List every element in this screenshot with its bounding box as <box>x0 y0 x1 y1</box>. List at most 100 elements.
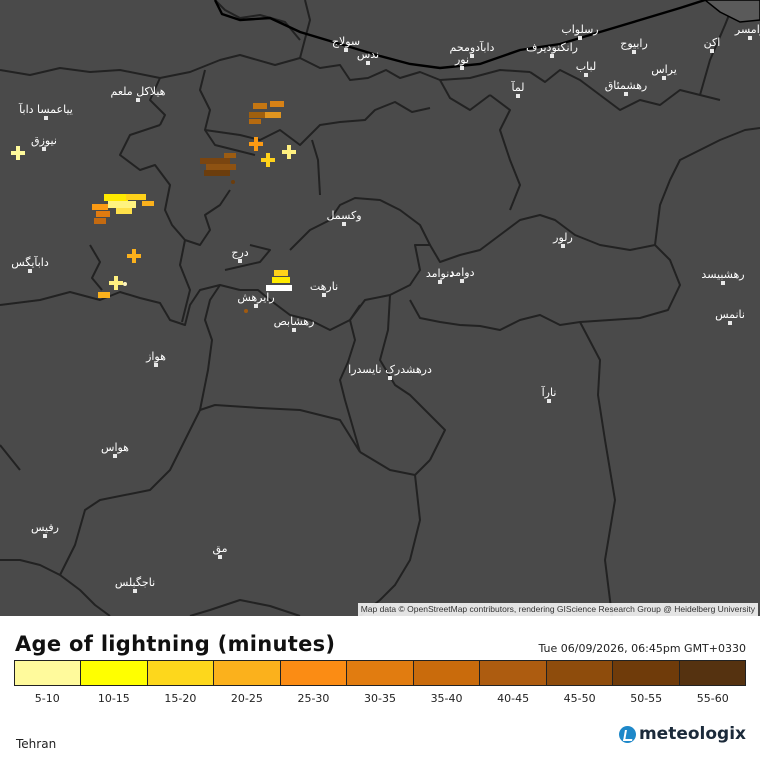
brand-name: meteologix <box>638 724 746 744</box>
city-dot <box>728 321 732 325</box>
scale-label-5-10: 5-10 <box>34 692 60 705</box>
scale-label-40-45: 40-45 <box>497 692 530 705</box>
city-marker: رلور <box>552 231 573 248</box>
city-dot <box>238 259 242 263</box>
brand[interactable]: meteologix <box>618 724 746 744</box>
timestamp: Tue 06/09/2026, 06:45pm GMT+0330 <box>538 642 746 655</box>
city-label: اکن <box>704 36 721 49</box>
city-label: رلور <box>552 231 573 244</box>
city-marker: دابآیگس <box>11 255 49 273</box>
map-canvas: سولاج رسلواب رامسر اکن دابآدومحم رانکنودیرف را… <box>0 0 760 616</box>
city-dot <box>113 454 117 458</box>
city-label: رانکنودیرف <box>526 41 578 54</box>
city-dot <box>721 281 725 285</box>
lightning-strikes <box>11 101 296 313</box>
lightning-cluster-marker <box>274 270 288 276</box>
scale-swatch-40-45 <box>480 661 547 685</box>
city-dot <box>547 399 551 403</box>
city-marker: رهشابص <box>274 315 315 332</box>
city-dot <box>662 76 666 80</box>
city-marker: یراس <box>651 63 677 80</box>
city-label: نارآ <box>541 385 557 399</box>
city-label: یراس <box>651 63 677 76</box>
lightning-cluster-marker <box>206 164 236 170</box>
lightning-cluster-marker <box>126 194 146 200</box>
city-dot <box>344 48 348 52</box>
lightning-map[interactable]: سولاج رسلواب رامسر اکن دابآدومحم رانکنودیرف را… <box>0 0 760 616</box>
lightning-plus-marker <box>282 145 296 159</box>
lightning-cluster-marker <box>249 119 261 124</box>
city-label: رامسر <box>734 23 760 36</box>
city-label: لمآ <box>510 80 524 94</box>
scale-swatch-20-25 <box>214 661 281 685</box>
lightning-plus-marker <box>109 276 123 290</box>
city-marker: ناجگبلس <box>115 576 155 593</box>
city-label: هواز <box>145 350 166 363</box>
caspian-sea <box>703 0 760 23</box>
city-marker: درهشدرک نایسدرا <box>348 363 432 380</box>
city-label: رفیس <box>31 521 59 534</box>
scale-label-45-50: 45-50 <box>563 692 596 705</box>
city-label: دنوامد <box>426 267 454 280</box>
city-label: لباب <box>576 60 596 73</box>
lightning-cluster-marker <box>272 277 290 283</box>
city-label: نیوزق <box>31 134 57 147</box>
city-label: رهشبیسد <box>701 268 744 281</box>
city-label: نور <box>454 53 469 66</box>
lightning-cluster-marker <box>92 204 108 210</box>
city-marker: رسلواب <box>561 23 599 40</box>
scale-swatch-10-15 <box>81 661 148 685</box>
city-marker: رانکنودیرف <box>526 41 578 58</box>
city-dot <box>218 555 222 559</box>
lightning-cluster-marker <box>200 158 230 164</box>
city-marker: رهشمئاق <box>605 79 648 96</box>
city-dot <box>44 116 48 120</box>
lightning-cluster-marker <box>94 218 106 224</box>
city-label: وکسمل <box>326 209 361 222</box>
city-dot <box>154 363 158 367</box>
city-label: درهشدرک نایسدرا <box>348 363 432 376</box>
city-label: مق <box>212 542 227 556</box>
scale-swatch-55-60 <box>679 661 745 685</box>
city-label: رایرهش <box>237 291 274 304</box>
lightning-cluster-marker <box>98 292 110 298</box>
city-dot <box>136 98 140 102</box>
scale-swatch-45-50 <box>546 661 614 685</box>
city-labels: سولاج رسلواب رامسر اکن دابآدومحم رانکنودیرف را… <box>11 23 760 593</box>
city-marker: رفیس <box>31 521 59 538</box>
city-dot <box>133 589 137 593</box>
city-marker: لمآ <box>510 80 525 98</box>
scale-label-35-40: 35-40 <box>430 692 463 705</box>
scale-label-55-60: 55-60 <box>696 692 729 705</box>
city-label: دابآدومحم <box>450 40 495 54</box>
city-dot <box>322 293 326 297</box>
lightning-plus-marker <box>261 153 275 167</box>
scale-label-25-30: 25-30 <box>297 692 330 705</box>
lightning-cluster-marker <box>108 201 136 208</box>
city-dot <box>550 54 554 58</box>
lightning-plus-marker <box>11 146 25 160</box>
city-dot <box>28 269 32 273</box>
scale-swatch-5-10 <box>15 661 82 685</box>
city-dot <box>342 222 346 226</box>
city-label: رهشابص <box>274 315 315 328</box>
city-dot <box>516 94 520 98</box>
map-attribution[interactable]: Map data © OpenStreetMap contributors, r… <box>357 603 758 616</box>
city-dot <box>388 376 392 380</box>
city-label: دابآیگس <box>11 255 49 269</box>
city-marker: وکسمل <box>326 209 362 226</box>
age-color-scale <box>14 660 746 686</box>
city-marker: مق <box>212 542 228 559</box>
city-marker: هواز <box>145 350 166 367</box>
city-label: هیلاکل ملعم <box>111 85 166 98</box>
city-label: رهشمئاق <box>605 79 648 92</box>
city-marker: نارآ <box>541 385 557 403</box>
lightning-cluster-marker <box>265 112 281 118</box>
scale-label-50-55: 50-55 <box>630 692 663 705</box>
city-label: هواس <box>101 441 129 454</box>
city-dot <box>43 534 47 538</box>
scale-swatch-35-40 <box>413 661 481 685</box>
city-marker: رایرهش <box>237 291 275 308</box>
city-marker: درج <box>231 246 249 263</box>
city-marker: دنوامد <box>426 267 454 284</box>
